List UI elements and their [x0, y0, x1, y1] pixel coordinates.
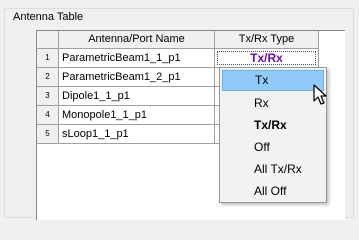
table-cell-type-dropdown[interactable]: Tx/Rx [215, 49, 319, 68]
menu-item-all-txrx[interactable]: All Tx/Rx [222, 159, 324, 180]
menu-item-rx[interactable]: Rx [222, 93, 324, 114]
column-header-name[interactable]: Antenna/Port Name [59, 31, 215, 49]
corner-header [37, 31, 59, 49]
table-cell-name[interactable]: Monopole1_1_p1 [59, 106, 215, 125]
table-cell-name[interactable]: ParametricBeam1_2_p1 [59, 68, 215, 87]
table-cell-name[interactable]: ParametricBeam1_1_p1 [59, 49, 215, 68]
row-number[interactable]: 3 [37, 87, 59, 106]
row-number[interactable]: 2 [37, 68, 59, 87]
table-cell-name[interactable]: Dipole1_1_p1 [59, 87, 215, 106]
arrow-cursor-icon [313, 84, 327, 105]
menu-item-tx[interactable]: Tx [222, 70, 324, 91]
menu-item-off[interactable]: Off [222, 137, 324, 158]
table-cell-name[interactable]: sLoop1_1_p1 [59, 125, 215, 144]
menu-item-all-off[interactable]: All Off [222, 181, 324, 202]
menu-item-txrx[interactable]: Tx/Rx [222, 115, 324, 136]
row-number[interactable]: 4 [37, 106, 59, 125]
type-selected-value[interactable]: Tx/Rx [217, 51, 316, 65]
type-context-menu: Tx Rx Tx/Rx Off All Tx/Rx All Off [219, 67, 327, 203]
group-title: Antenna Table [11, 11, 86, 24]
column-header-type[interactable]: Tx/Rx Type [215, 31, 319, 49]
row-number[interactable]: 1 [37, 49, 59, 68]
row-number[interactable]: 5 [37, 125, 59, 144]
